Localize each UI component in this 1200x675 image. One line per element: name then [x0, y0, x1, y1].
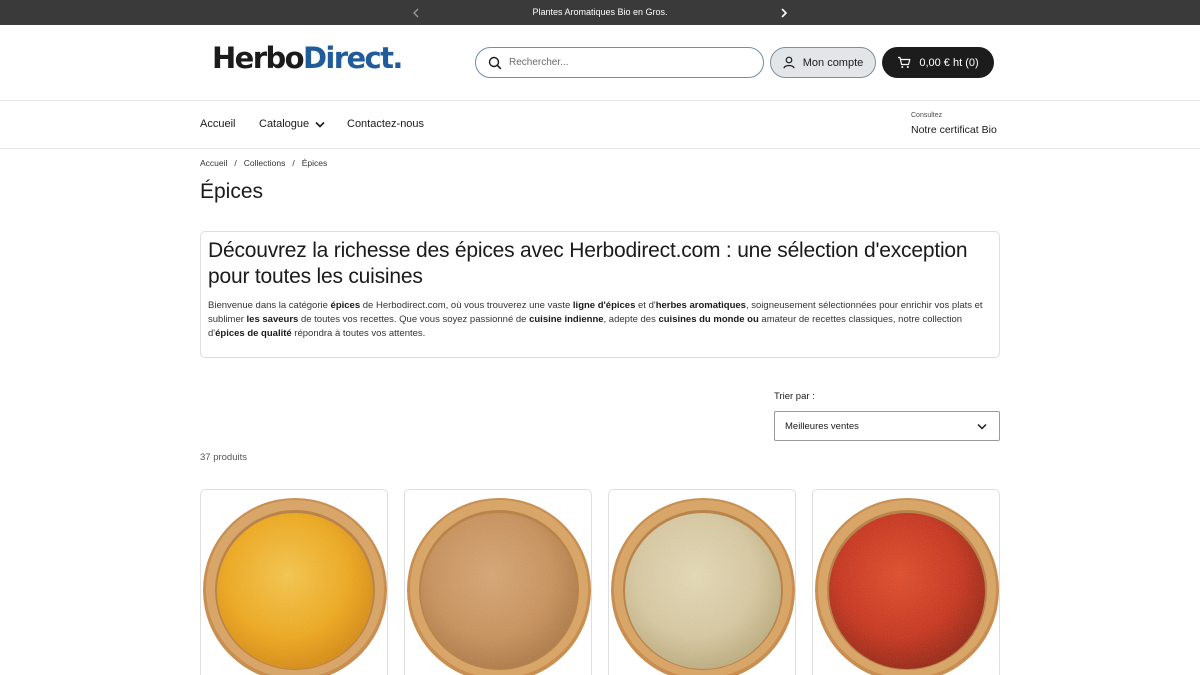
- description-keyword: épices: [330, 300, 361, 311]
- certificate-label: Notre certificat Bio: [911, 124, 997, 136]
- logo-text-herbo: Herbo: [212, 41, 305, 75]
- product-image: [815, 498, 999, 675]
- site-logo[interactable]: HerboDirect.: [212, 41, 403, 75]
- cart-button[interactable]: 0,00 € ht (0): [882, 47, 994, 78]
- description-heading: Découvrez la richesse des épices avec He…: [208, 239, 968, 288]
- chevron-down-icon: [315, 121, 325, 128]
- description-text: de toutes vos recettes. Que vous soyez p…: [298, 314, 530, 325]
- spice-texture: [217, 513, 373, 669]
- spice-texture: [421, 513, 577, 669]
- nav-item-catalogue[interactable]: Catalogue: [259, 118, 325, 130]
- description-keyword: ou: [747, 314, 759, 325]
- breadcrumb-current: Épices: [301, 158, 328, 168]
- cart-icon: [898, 56, 911, 68]
- announcement-bar: Plantes Aromatiques Bio en Gros.: [0, 0, 1200, 25]
- description-keyword: cuisine indienne: [529, 314, 604, 325]
- description-text: Bienvenue dans la catégorie: [208, 300, 331, 311]
- account-button[interactable]: Mon compte: [770, 47, 876, 78]
- product-image: [611, 498, 795, 675]
- nav-item-label: Contactez-nous: [347, 118, 425, 130]
- product-card[interactable]: [812, 489, 1000, 675]
- chevron-right-icon: [781, 7, 788, 18]
- spice-texture: [625, 513, 781, 669]
- breadcrumb-separator: /: [292, 158, 295, 168]
- product-image: [203, 498, 387, 675]
- breadcrumb-home[interactable]: Accueil: [200, 158, 227, 168]
- nav-item-label: Accueil: [200, 118, 236, 130]
- spice-texture: [829, 513, 985, 669]
- nav-item-label: Catalogue: [259, 118, 310, 130]
- description-text: répondra à toutes vos attentes.: [291, 328, 426, 339]
- description-keyword: les saveurs: [246, 314, 299, 325]
- search-input[interactable]: [509, 57, 739, 68]
- product-image: [407, 498, 591, 675]
- nav-item-accueil[interactable]: Accueil: [200, 118, 235, 130]
- main-nav: Accueil Catalogue Contactez-nous Consult…: [0, 101, 1200, 149]
- description-text: , adepte des: [603, 314, 659, 325]
- search-icon: [488, 56, 502, 69]
- breadcrumb-collections[interactable]: Collections: [244, 158, 286, 168]
- site-header: HerboDirect. Mon compte 0,00 € ht (0): [0, 25, 1200, 101]
- certificate-caption: Consultez: [911, 112, 943, 119]
- description-keyword: épices de qualité: [215, 328, 292, 339]
- description-keyword: ligne d'épices: [572, 300, 636, 311]
- announcement-text: Plantes Aromatiques Bio en Gros.: [532, 7, 668, 17]
- nav-item-contact[interactable]: Contactez-nous: [347, 118, 424, 130]
- bio-certificate-link[interactable]: Consultez Notre certificat Bio: [911, 112, 997, 136]
- cart-total: 0,00 € ht (0): [919, 56, 979, 69]
- description-paragraph: Bienvenue dans la catégorie épices de He…: [208, 299, 993, 341]
- breadcrumb: Accueil / Collections / Épices: [200, 158, 327, 168]
- description-text: et d': [635, 300, 656, 311]
- page-title: Épices: [200, 180, 264, 203]
- collection-description: Découvrez la richesse des épices avec He…: [200, 231, 1000, 358]
- description-text: de Herbodirect.com, où vous trouverez un…: [360, 300, 573, 311]
- chevron-down-icon: [977, 423, 987, 430]
- product-card[interactable]: [200, 489, 388, 675]
- sort-select[interactable]: Meilleures ventes: [774, 411, 1000, 441]
- user-icon: [783, 56, 795, 69]
- sort-label: Trier par :: [774, 391, 815, 402]
- product-card[interactable]: [404, 489, 592, 675]
- search-box[interactable]: [475, 47, 764, 78]
- description-keyword: cuisines du monde: [658, 314, 745, 325]
- logo-text-direct: Direct.: [302, 41, 403, 75]
- description-keyword: herbes aromatiques: [655, 300, 746, 311]
- product-card[interactable]: [608, 489, 796, 675]
- announcement-next-button[interactable]: [774, 0, 794, 25]
- breadcrumb-separator: /: [234, 158, 237, 168]
- account-label: Mon compte: [802, 56, 864, 69]
- sort-selected-value: Meilleures ventes: [785, 420, 859, 432]
- product-count: 37 produits: [200, 452, 248, 463]
